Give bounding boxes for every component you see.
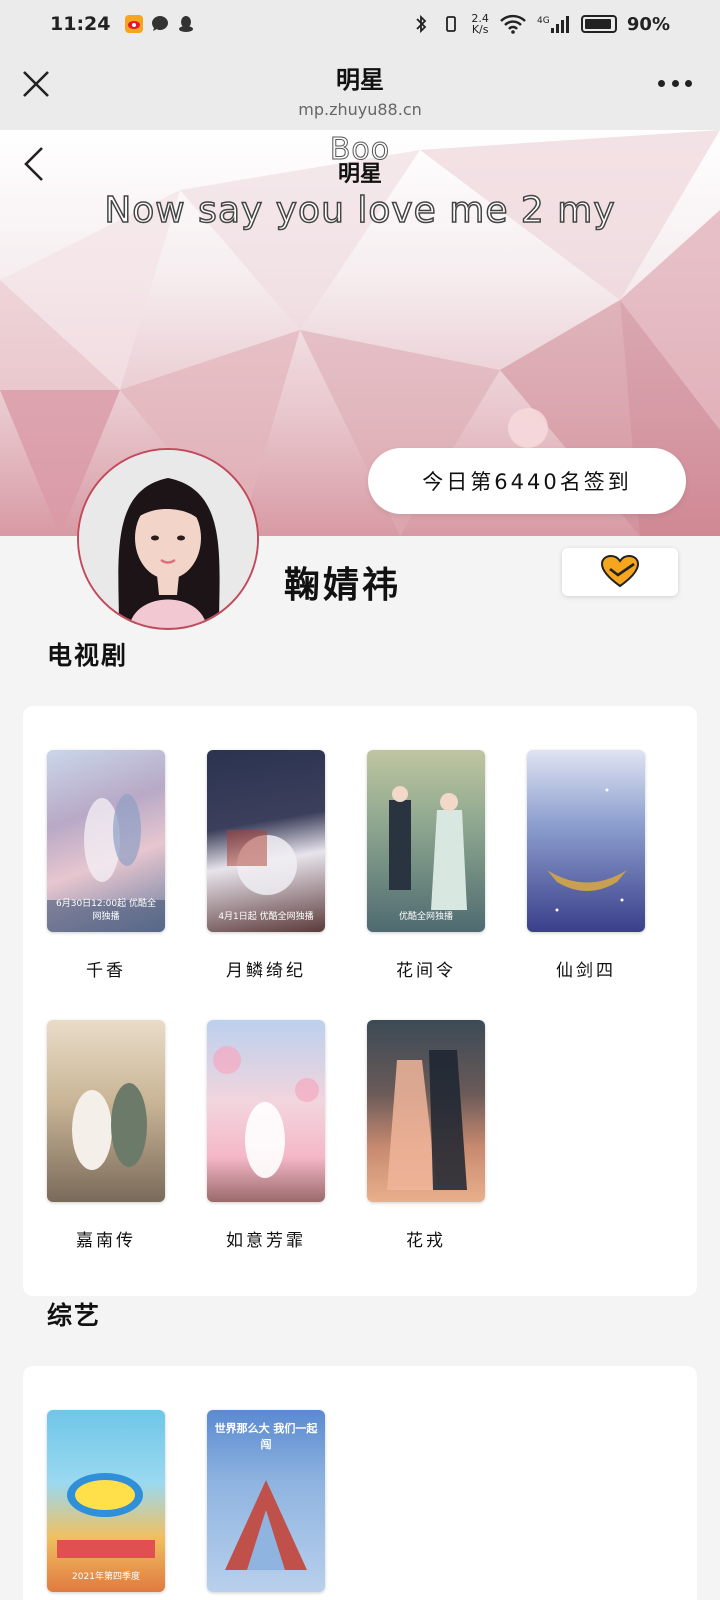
battery-icon [580, 15, 617, 33]
tv-section-card: 6月30日12:00起 优酷全网独播 千香 4月1日起 优酷全网独播 月鳞绮纪 … [23, 706, 697, 1296]
tv-item-label: 月鳞绮纪 [226, 961, 306, 981]
variety-section-title: 综艺 [47, 1301, 102, 1330]
poster-caption: 优酷全网独播 [398, 912, 453, 922]
status-bar: 11:24 2.4 K/s 4G 90% [0, 0, 720, 48]
poster-image [367, 1020, 485, 1202]
tv-item[interactable]: 嘉南传 [47, 1020, 165, 1251]
tv-item-label: 花戎 [406, 1231, 446, 1251]
variety-item[interactable]: 世界那么大 我们一起闯 [207, 1410, 325, 1592]
tv-section-title: 电视剧 [47, 641, 129, 670]
network-speed-unit: K/s [471, 23, 489, 36]
poster-caption: 6月30日12:00起 优酷全网独播 [56, 899, 156, 922]
tv-item-label: 千香 [86, 961, 126, 981]
weibo-icon [125, 15, 144, 33]
follow-button[interactable] [562, 548, 678, 596]
poster-caption: 4月1日起 优酷全网独播 [218, 912, 314, 922]
poster-caption: 2021年第四季度 [72, 1572, 140, 1582]
tv-item[interactable]: 6月30日12:00起 优酷全网独播 千香 [47, 750, 165, 981]
wifi-icon [500, 14, 526, 34]
poster-image [527, 750, 645, 932]
tv-item[interactable]: 4月1日起 优酷全网独播 月鳞绮纪 [207, 750, 325, 981]
network-type: 4G [537, 16, 550, 26]
tv-item[interactable]: 仙剑四 [527, 750, 645, 981]
tv-item-label: 嘉南传 [76, 1231, 136, 1251]
bluetooth-icon [416, 14, 427, 34]
poster-image: 优酷全网独播 [367, 750, 485, 932]
poster-image: 4月1日起 优酷全网独播 [207, 750, 325, 932]
vibrate-icon [446, 16, 457, 32]
battery-percent: 90% [626, 13, 670, 35]
tv-item-label: 仙剑四 [556, 961, 616, 981]
avatar[interactable] [77, 448, 259, 630]
variety-section-card: 2021年第四季度 世界那么大 我们一起闯 [23, 1366, 697, 1600]
tv-item-label: 如意芳霏 [226, 1231, 306, 1251]
variety-item[interactable]: 2021年第四季度 [47, 1410, 165, 1592]
poster-image [207, 1020, 325, 1202]
poster-image: 2021年第四季度 [47, 1410, 165, 1592]
cellular-signal-icon: 4G [537, 16, 569, 33]
poster-caption: 世界那么大 我们一起闯 [214, 1422, 318, 1451]
poster-image: 6月30日12:00起 优酷全网独播 [47, 750, 165, 932]
page-url: mp.zhuyu88.cn [298, 100, 422, 119]
heart-icon [600, 555, 640, 588]
qq-icon [179, 16, 194, 32]
more-options-icon[interactable] [658, 80, 692, 90]
network-speed: 2.4 K/s [471, 13, 489, 35]
checkin-button[interactable]: 今日第6440名签到 [368, 448, 686, 514]
page-title: 明星 [336, 66, 384, 94]
poster-image [47, 1020, 165, 1202]
tv-item[interactable]: 花戎 [367, 1020, 485, 1251]
banner-name: 明星 [337, 162, 382, 187]
avatar-photo [79, 450, 257, 628]
status-time: 11:24 [50, 13, 111, 35]
poster-image: 世界那么大 我们一起闯 [207, 1410, 325, 1592]
tv-item-label: 花间令 [396, 961, 456, 981]
star-name: 鞠婧祎 [284, 565, 402, 606]
chat-bubble-icon [152, 16, 169, 31]
app-nav-bar: 明星 mp.zhuyu88.cn [0, 48, 720, 130]
tv-item[interactable]: 优酷全网独播 花间令 [367, 750, 485, 981]
tv-item[interactable]: 如意芳霏 [207, 1020, 325, 1251]
lyric-overlay: Now say you love me 2 my [104, 189, 616, 232]
